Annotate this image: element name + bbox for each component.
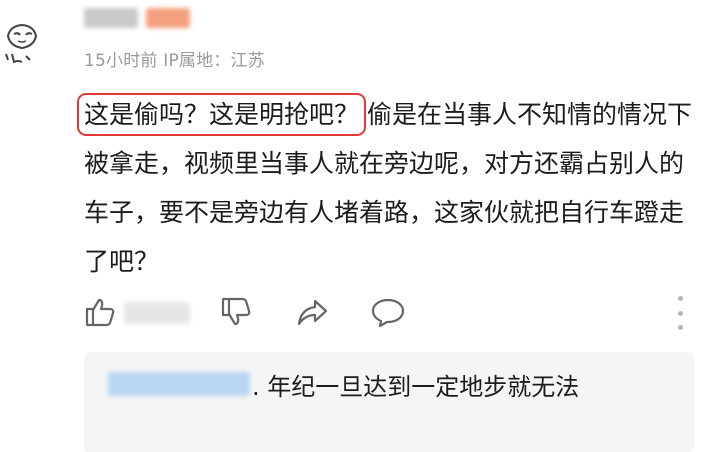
reply-username-blurred [108, 372, 250, 396]
share-icon [297, 299, 328, 326]
comment-body: 这是偷吗？这是明抢吧？ 偷是在当事人不知情的情况下被拿走，视频里当事人就在旁边呢，… [76, 90, 696, 286]
like-button[interactable] [80, 292, 120, 332]
like-count-blurred [124, 302, 190, 324]
avatar-drawing [5, 23, 38, 64]
comment-meta: 15小时前 IP属地：江苏 [84, 51, 265, 71]
dislike-button[interactable] [216, 292, 256, 332]
thumbs-down-icon [221, 297, 251, 326]
username-blurred[interactable] [84, 8, 138, 28]
share-button[interactable] [292, 292, 332, 332]
user-badge-blurred [146, 8, 190, 28]
avatar[interactable] [0, 8, 48, 66]
action-bar [80, 292, 696, 336]
comment-icon [371, 298, 405, 328]
thumbs-up-icon [85, 298, 115, 327]
more-icon[interactable] [674, 296, 686, 330]
highlighted-quote: 这是偷吗？这是明抢吧？ [76, 93, 367, 136]
comment-button[interactable] [368, 292, 408, 332]
reply-text: . 年纪一旦达到一定地步就无法 [252, 373, 580, 401]
